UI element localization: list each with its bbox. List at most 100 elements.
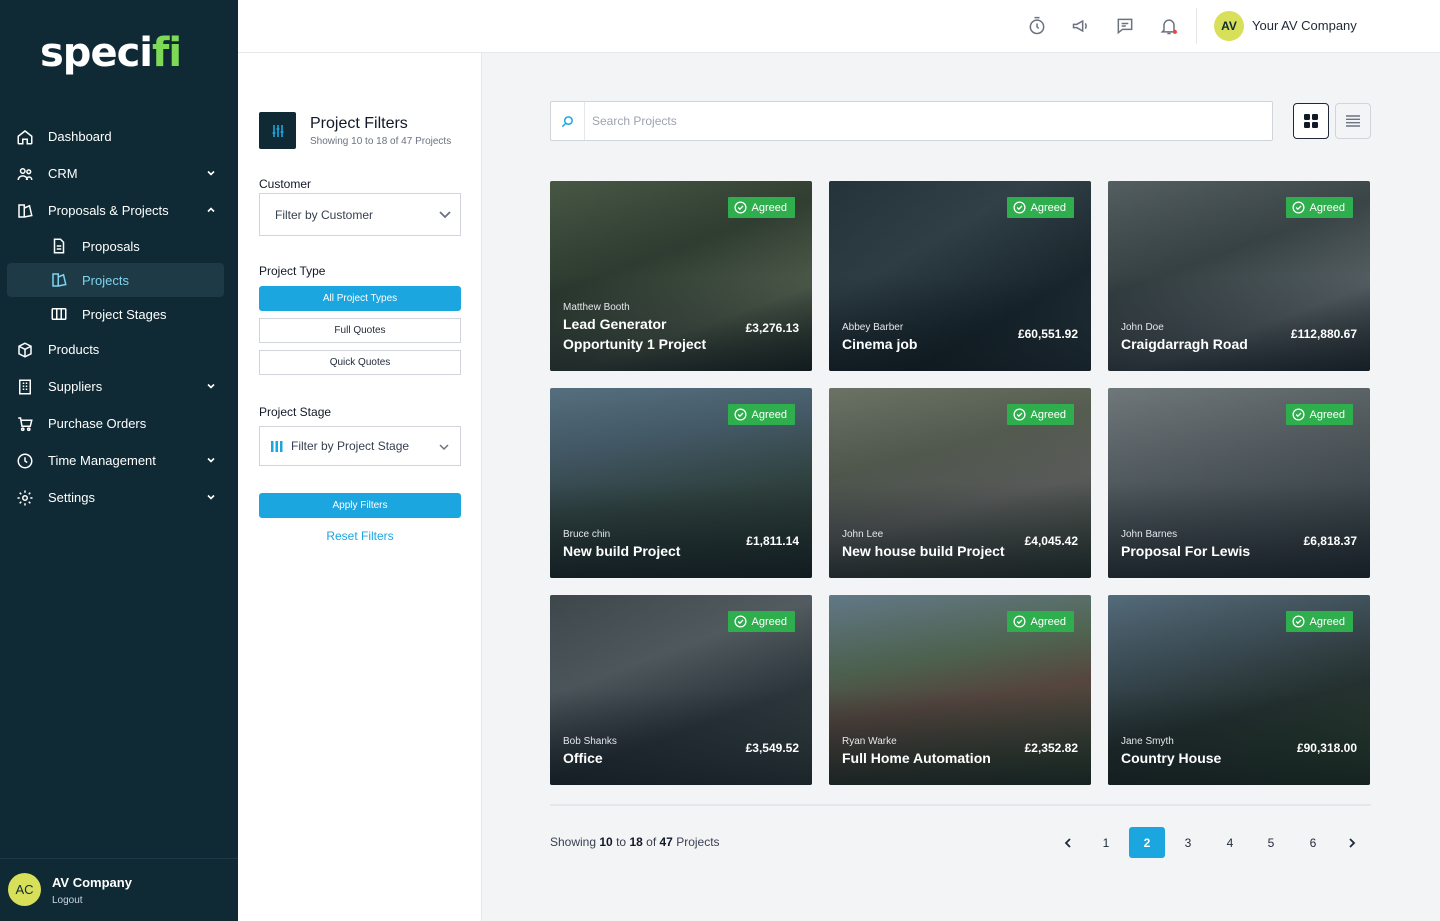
- project-stage-label: Project Stage: [259, 405, 332, 419]
- stopwatch-icon[interactable]: [1027, 16, 1047, 36]
- sliders-icon: [259, 112, 296, 149]
- project-card[interactable]: Agreed Bob Shanks Office £3,549.52: [550, 595, 812, 785]
- project-title: New house build Project: [842, 543, 1005, 559]
- document-icon: [53, 238, 65, 254]
- status-badge: Agreed: [1006, 404, 1074, 425]
- avatar[interactable]: AC: [8, 873, 41, 906]
- type-full-quotes-button[interactable]: Full Quotes: [259, 318, 461, 343]
- bell-icon[interactable]: [1159, 16, 1179, 36]
- chevron-down-icon: [207, 383, 215, 389]
- project-card[interactable]: Agreed John Doe Craigdarragh Road £112,8…: [1108, 181, 1370, 371]
- status-label: Agreed: [751, 201, 787, 214]
- sidebar-item-label: Projects: [82, 272, 129, 288]
- check-circle-icon: [1012, 615, 1026, 628]
- prev-page-button[interactable]: [1050, 827, 1086, 858]
- status-label: Agreed: [1309, 201, 1345, 214]
- sidebar-item-label: Proposals & Projects: [48, 203, 169, 218]
- sidebar-item-label: Settings: [48, 490, 95, 505]
- sidebar-item-products[interactable]: Products: [0, 331, 238, 368]
- customer-select[interactable]: Filter by Customer: [259, 193, 461, 236]
- main-nav: Dashboard CRM Proposals & Projects Propo…: [0, 118, 238, 516]
- status-badge: Agreed: [727, 611, 795, 632]
- status-badge: Agreed: [1285, 611, 1353, 632]
- sidebar-item-crm[interactable]: CRM: [0, 155, 238, 192]
- status-badge: Agreed: [1006, 197, 1074, 218]
- summary-from: 10: [599, 835, 613, 849]
- project-card[interactable]: Agreed Jane Smyth Country House £90,318.…: [1108, 595, 1370, 785]
- columns-icon: [271, 441, 283, 452]
- project-price: £112,880.67: [1290, 327, 1357, 341]
- page-6-button[interactable]: 6: [1295, 827, 1331, 858]
- sidebar: specifi Dashboard CRM Proposals & Projec…: [0, 0, 238, 921]
- next-page-button[interactable]: [1334, 827, 1370, 858]
- check-circle-icon: [733, 201, 747, 214]
- project-title: Country House: [1121, 750, 1222, 766]
- page-1-button[interactable]: 1: [1088, 827, 1124, 858]
- list-icon: [1346, 115, 1360, 127]
- check-circle-icon: [1012, 408, 1026, 421]
- sidebar-item-settings[interactable]: Settings: [0, 479, 238, 516]
- cart-icon: [18, 417, 33, 432]
- project-price: £60,551.92: [1017, 327, 1078, 341]
- status-badge: Agreed: [1006, 611, 1074, 632]
- page-2-button[interactable]: 2: [1129, 827, 1165, 858]
- project-type-label: Project Type: [259, 264, 326, 278]
- box-icon: [18, 342, 32, 358]
- stage-select[interactable]: Filter by Project Stage: [259, 426, 461, 466]
- specifi-logo[interactable]: specifi: [40, 30, 182, 76]
- status-badge: Agreed: [727, 197, 795, 218]
- page-3-button[interactable]: 3: [1170, 827, 1206, 858]
- project-customer: Bob Shanks: [563, 736, 617, 747]
- search-input[interactable]: [592, 111, 1252, 131]
- apply-filters-button[interactable]: Apply Filters: [259, 493, 461, 518]
- page-5-button[interactable]: 5: [1253, 827, 1289, 858]
- status-label: Agreed: [1309, 615, 1345, 628]
- project-card[interactable]: Agreed John Barnes Proposal For Lewis £6…: [1108, 388, 1370, 578]
- project-customer: John Barnes: [1121, 529, 1178, 540]
- avatar[interactable]: AV: [1214, 11, 1244, 41]
- logout-link[interactable]: Logout: [52, 895, 83, 906]
- project-price: £3,276.13: [745, 321, 799, 335]
- project-card[interactable]: Agreed Bruce chin New build Project £1,8…: [550, 388, 812, 578]
- project-card[interactable]: Agreed Abbey Barber Cinema job £60,551.9…: [829, 181, 1091, 371]
- sidebar-item-project-stages[interactable]: Project Stages: [0, 297, 238, 331]
- logo-text-accent: fi: [152, 30, 182, 76]
- sidebar-item-label: Proposals: [82, 238, 140, 254]
- project-price: £3,549.52: [745, 741, 799, 755]
- customer-select-value: Filter by Customer: [275, 207, 374, 222]
- page-4-button[interactable]: 4: [1212, 827, 1248, 858]
- check-circle-icon: [733, 408, 747, 421]
- chat-icon[interactable]: [1115, 16, 1135, 36]
- list-view-button[interactable]: [1335, 103, 1371, 139]
- company-name[interactable]: Your AV Company: [1252, 18, 1357, 33]
- project-card[interactable]: Agreed John Lee New house build Project …: [829, 388, 1091, 578]
- project-title: Craigdarragh Road: [1121, 336, 1248, 352]
- project-card[interactable]: Agreed Matthew Booth Lead Generator Oppo…: [550, 181, 812, 371]
- project-title: Office: [563, 750, 603, 766]
- summary-text: of: [646, 835, 657, 849]
- chevron-down-icon: [207, 457, 215, 463]
- sidebar-item-proposals[interactable]: Proposals: [0, 229, 238, 263]
- type-all-button[interactable]: All Project Types: [259, 286, 461, 311]
- pagination-divider: [550, 804, 1371, 806]
- building-icon: [19, 379, 31, 395]
- user-name: AV Company: [52, 875, 132, 890]
- megaphone-icon[interactable]: [1071, 16, 1091, 36]
- project-customer: Abbey Barber: [842, 322, 904, 333]
- reset-filters-link[interactable]: Reset Filters: [259, 529, 461, 543]
- grid-view-button[interactable]: [1293, 103, 1329, 139]
- project-customer: Bruce chin: [563, 529, 611, 540]
- project-title: New build Project: [563, 543, 681, 559]
- project-card[interactable]: Agreed Ryan Warke Full Home Automation £…: [829, 595, 1091, 785]
- check-circle-icon: [733, 615, 747, 628]
- sidebar-item-proposals-projects[interactable]: Proposals & Projects: [0, 192, 238, 229]
- status-label: Agreed: [1309, 408, 1345, 421]
- sidebar-item-time-management[interactable]: Time Management: [0, 442, 238, 479]
- project-price: £1,811.14: [746, 534, 799, 548]
- sidebar-item-suppliers[interactable]: Suppliers: [0, 368, 238, 405]
- type-quick-quotes-button[interactable]: Quick Quotes: [259, 350, 461, 375]
- sidebar-item-dashboard[interactable]: Dashboard: [0, 118, 238, 155]
- status-label: Agreed: [751, 615, 787, 628]
- sidebar-item-projects[interactable]: Projects: [7, 263, 224, 297]
- sidebar-item-purchase-orders[interactable]: Purchase Orders: [0, 405, 238, 442]
